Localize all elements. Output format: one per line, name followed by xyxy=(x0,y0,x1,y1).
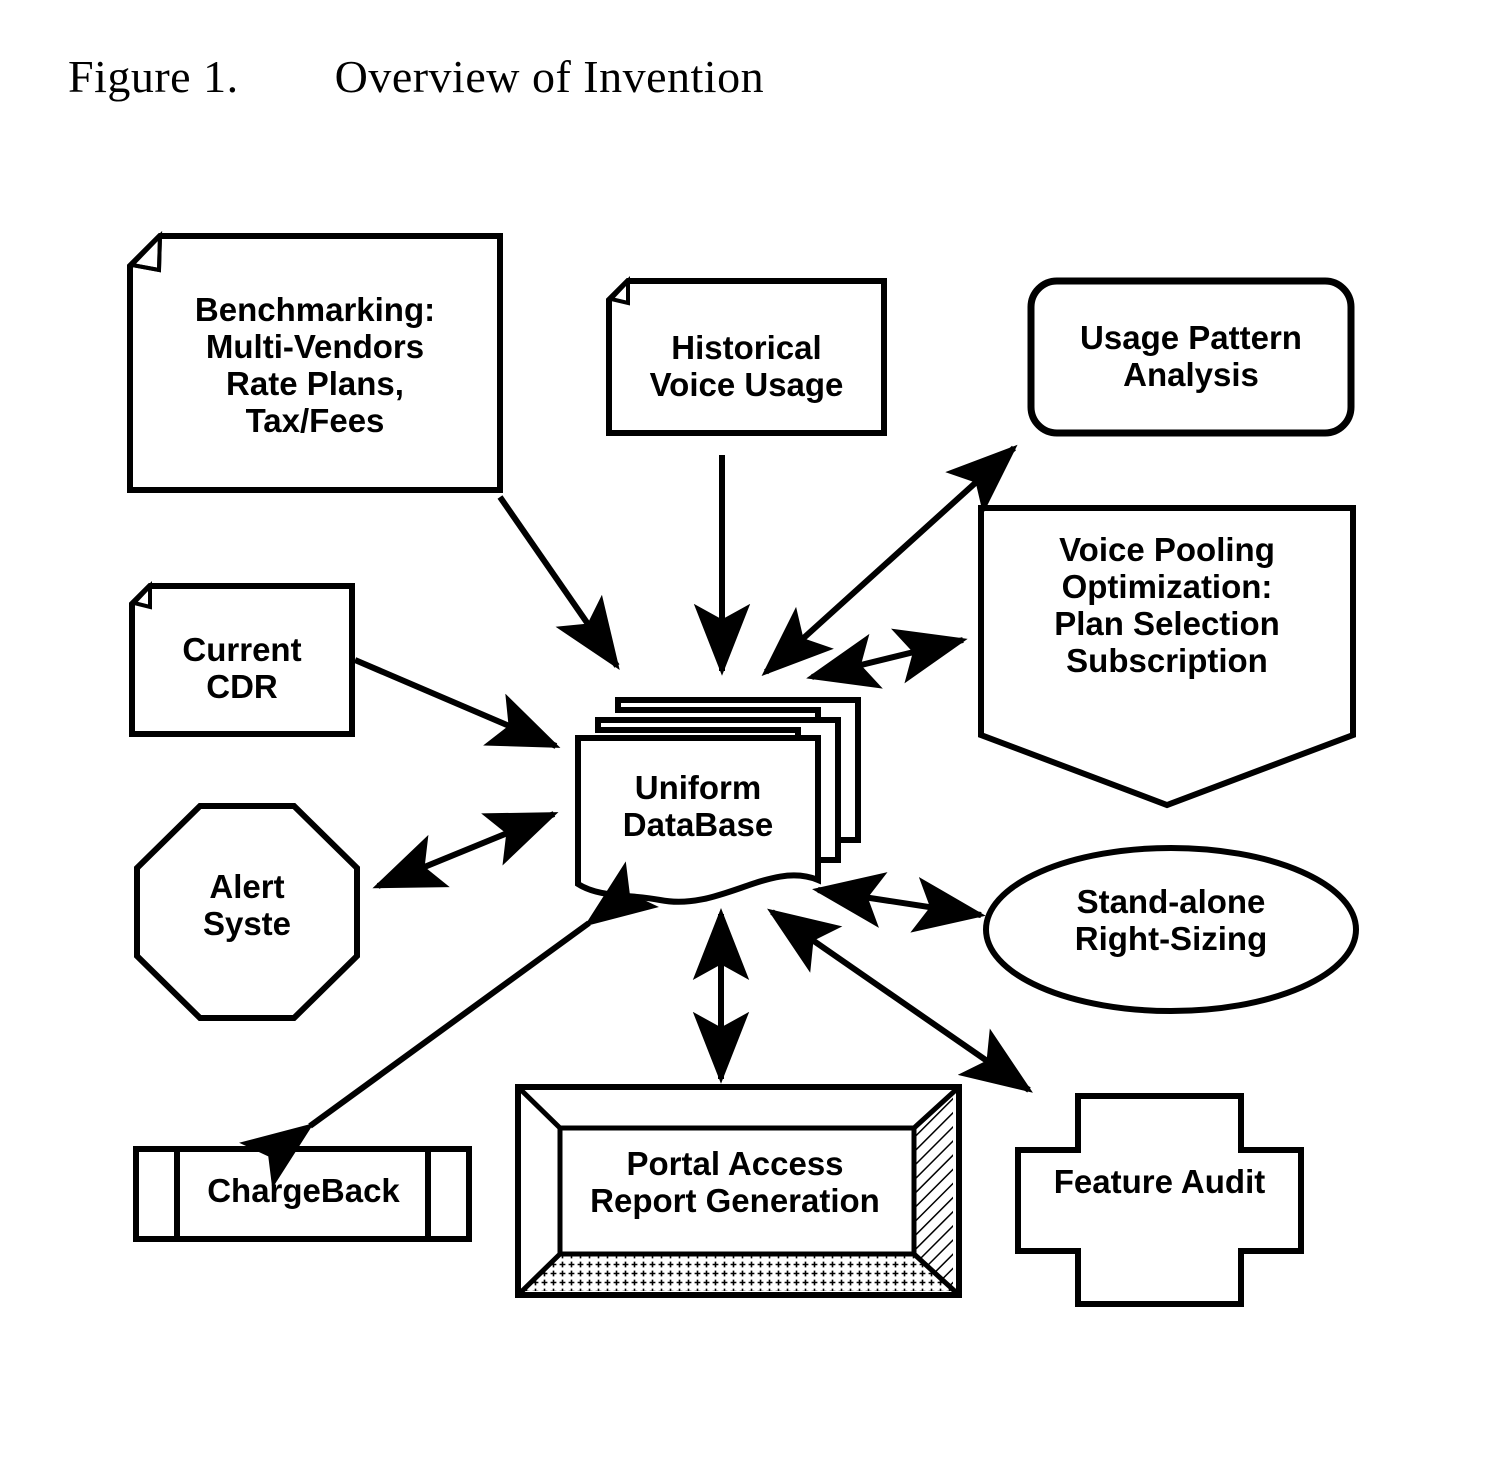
node-benchmarking[interactable] xyxy=(127,230,503,493)
node-alert-system[interactable] xyxy=(134,803,360,1021)
node-usage-pattern-analysis[interactable] xyxy=(1027,277,1355,437)
node-current-cdr[interactable] xyxy=(129,580,355,737)
connector-current-cdr-to-db xyxy=(353,657,561,749)
node-chargeback[interactable] xyxy=(133,1146,472,1242)
diagram-canvas xyxy=(127,230,1359,1307)
node-voice-pooling-optimization[interactable] xyxy=(978,505,1356,809)
connector-db-to-stand-alone xyxy=(812,872,986,933)
connector-db-to-usage-pattern xyxy=(761,444,1018,677)
node-uniform-database[interactable] xyxy=(575,697,861,905)
connector-alert-system-to-db xyxy=(372,811,559,889)
connector-db-to-voice-pooling xyxy=(806,628,968,689)
figure-page: Figure 1. Overview of Invention Benchmar… xyxy=(0,0,1487,1479)
node-historical-voice-usage[interactable] xyxy=(606,275,887,436)
node-stand-alone-right-sizing[interactable] xyxy=(983,845,1359,1014)
connector-benchmarking-to-db xyxy=(497,495,620,670)
node-portal-access[interactable] xyxy=(515,1084,962,1298)
node-feature-audit[interactable] xyxy=(1015,1093,1304,1307)
